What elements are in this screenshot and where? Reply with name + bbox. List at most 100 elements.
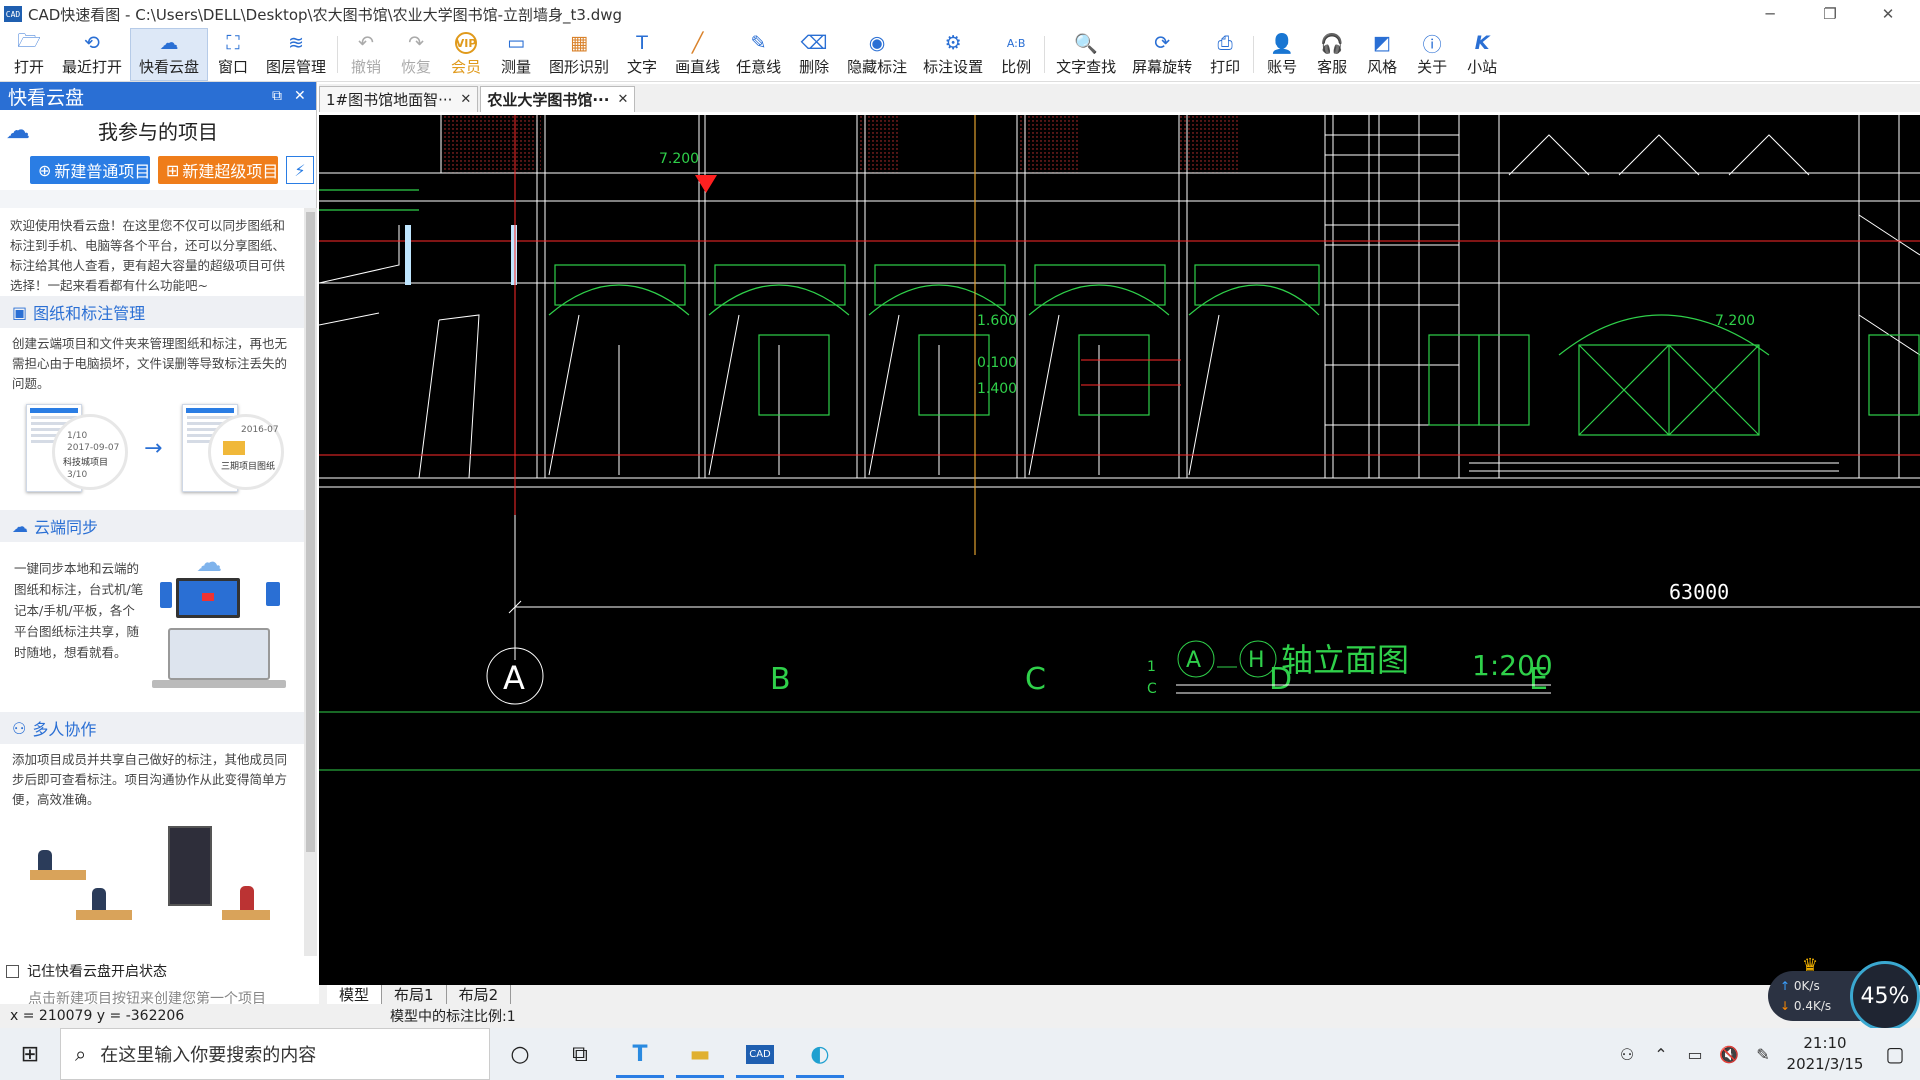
open-button[interactable]: 🗁 打开 <box>4 28 54 81</box>
cad-canvas[interactable]: 63000 7.200 1.600 0.100 1.400 7.200 A B … <box>319 115 1920 985</box>
section-cloud-sync: ☁ 云端同步 <box>0 510 304 542</box>
site-icon: K <box>1474 32 1490 54</box>
hide-annotation-button[interactable]: ◉ 隐藏标注 <box>839 28 915 81</box>
pen-icon[interactable]: ✎ <box>1746 1045 1780 1064</box>
title-axis-h: H <box>1248 648 1265 673</box>
user-icon: 👤 <box>1270 32 1294 55</box>
taskbar-edge[interactable]: ◐ <box>790 1028 850 1080</box>
scrollbar-thumb[interactable] <box>306 212 315 852</box>
edge-icon: ◐ <box>810 1041 830 1067</box>
close-window-button[interactable]: ✕ <box>1860 0 1916 28</box>
cloud-drive-button[interactable]: ☁ 快看云盘 <box>130 28 209 81</box>
network-speed-widget[interactable]: ♛ ↑ 0K/s ↓ 0.4K/s 45% <box>1768 955 1920 1031</box>
doc-tab-2[interactable]: 农业大学图书馆··· ✕ <box>480 86 636 112</box>
annotation-settings-button[interactable]: ⚙ 标注设置 <box>915 28 991 81</box>
restore-button[interactable]: ❐ <box>1802 0 1858 28</box>
text-search-button[interactable]: 🔍 文字查找 <box>1048 28 1124 81</box>
text-button[interactable]: T 文字 <box>617 28 667 81</box>
column-marker <box>511 225 517 285</box>
about-button[interactable]: ⓘ 关于 <box>1407 28 1457 81</box>
clock-icon: ⟲ <box>84 32 100 54</box>
panel-scroll-area[interactable]: 欢迎使用快看云盘！在这里您不仅可以同步图纸和标注到手机、电脑等各个平台，还可以分… <box>0 208 304 956</box>
cloud-icon: ☁ <box>159 32 179 54</box>
super-project-icon: ⊞ <box>166 160 180 180</box>
start-button[interactable]: ⊞ <box>0 1028 60 1080</box>
sync-button[interactable]: ⚡ <box>286 156 314 184</box>
chevron-up-icon[interactable]: ⌃ <box>1644 1045 1678 1064</box>
elevation-label: 7.200 <box>1715 313 1755 329</box>
layout-tab-model[interactable]: 模型 <box>327 985 383 1004</box>
undo-button[interactable]: ↶ 撤销 <box>341 28 391 81</box>
rotate-screen-button[interactable]: ⟳ 屏幕旋转 <box>1124 28 1200 81</box>
phone-icon <box>160 582 172 608</box>
measure-button[interactable]: ▭ 测量 <box>491 28 541 81</box>
account-button[interactable]: 👤 账号 <box>1257 28 1307 81</box>
desk-icon <box>222 910 270 920</box>
ruler-icon: ▭ <box>507 32 526 54</box>
redo-button[interactable]: ↷ 恢复 <box>391 28 441 81</box>
desk-icon <box>30 870 86 880</box>
hatch-band <box>441 115 541 173</box>
rotate-screen-icon: ⟳ <box>1154 32 1171 54</box>
volume-muted-icon[interactable]: 🔇 <box>1712 1045 1746 1064</box>
server-icon <box>168 826 212 906</box>
style-button[interactable]: ◩ 风格 <box>1357 28 1407 81</box>
hatch-band <box>1019 115 1079 173</box>
new-project-buttons: ⊕ 新建普通项目 ⊞ 新建超级项目 ⚡ <box>0 150 316 190</box>
people-icon[interactable]: ⚇ <box>1610 1045 1644 1064</box>
remember-state-row[interactable]: 记住快看云盘开启状态 <box>0 956 317 986</box>
axis-label-a: A <box>503 659 525 697</box>
layers-button[interactable]: ≋ 图层管理 <box>258 28 334 81</box>
panel-close-button[interactable]: ✕ <box>294 88 306 104</box>
phone-icon <box>266 582 280 606</box>
new-super-project-button[interactable]: ⊞ 新建超级项目 <box>158 156 278 184</box>
drawing-scale: 1:200 <box>1472 649 1553 682</box>
elevation-drawing: 63000 7.200 1.600 0.100 1.400 7.200 A B … <box>319 115 1920 771</box>
cloud-icon: ☁ <box>196 548 222 578</box>
section-text: 创建云端项目和文件夹来管理图纸和标注，再也无需担心由于电脑损坏，文件误删等导致标… <box>12 336 288 391</box>
layout-tab-1[interactable]: 布局1 <box>382 985 447 1004</box>
clock-date: 2021/3/15 <box>1786 1055 1864 1073</box>
clock-time: 21:10 <box>1803 1034 1847 1052</box>
notification-icon[interactable]: ▢ <box>1870 1042 1920 1066</box>
elevation-label: 1.400 <box>977 381 1017 397</box>
freehand-button[interactable]: ✎ 任意线 <box>728 28 789 81</box>
collaboration-illustration <box>0 816 304 956</box>
panel-scrollbar[interactable] <box>304 208 317 956</box>
new-normal-project-button[interactable]: ⊕ 新建普通项目 <box>30 156 150 184</box>
print-button[interactable]: ⎙ 打印 <box>1200 28 1250 81</box>
recent-button[interactable]: ⟲ 最近打开 <box>54 28 130 81</box>
minimize-button[interactable]: ─ <box>1742 0 1798 28</box>
support-button[interactable]: 🎧 客服 <box>1307 28 1357 81</box>
main-toolbar: 🗁 打开 ⟲ 最近打开 ☁ 快看云盘 ⛶ 窗口 ≋ 图层管理 ↶ 撤销 ↷ 恢复 VIP 会员 … <box>0 28 1920 82</box>
window-button[interactable]: ⛶ 窗口 <box>208 28 258 81</box>
site-button[interactable]: K 小站 <box>1457 28 1507 81</box>
clock[interactable]: 21:10 2021/3/15 <box>1780 1033 1870 1075</box>
status-bar: x = 210079 y = -362206 模型中的标注比例:1 <box>0 1004 1920 1028</box>
taskbar-search[interactable]: ⌕ 在这里输入你要搜索的内容 <box>60 1028 490 1080</box>
my-projects-title: 我参与的项目 <box>98 119 218 144</box>
line-button[interactable]: ╱ 画直线 <box>667 28 728 81</box>
cortana-button[interactable]: ○ <box>490 1028 550 1080</box>
taskbar-app-t[interactable]: T <box>610 1028 670 1080</box>
shape-recognition-button[interactable]: ▦ 图形识别 <box>541 28 617 81</box>
shape-recognition-icon: ▦ <box>570 32 589 54</box>
vip-button[interactable]: VIP 会员 <box>441 28 491 81</box>
taskbar-cad[interactable]: CAD <box>730 1028 790 1080</box>
building-outline <box>319 115 1920 488</box>
remember-state-checkbox[interactable] <box>6 964 19 978</box>
task-view-button[interactable]: ⧉ <box>550 1028 610 1080</box>
doc-tab-1[interactable]: 1#图书馆地面智··· ✕ <box>319 86 479 112</box>
person-icon <box>38 850 52 870</box>
close-tab-icon[interactable]: ✕ <box>460 92 471 107</box>
network-icon[interactable]: ▭ <box>1678 1045 1712 1064</box>
plus-circle-icon: ⊕ <box>38 160 52 180</box>
close-tab-icon[interactable]: ✕ <box>617 92 628 107</box>
scale-button[interactable]: A:B 比例 <box>991 28 1041 81</box>
play-icon <box>202 593 214 601</box>
taskbar-explorer[interactable]: ▬ <box>670 1028 730 1080</box>
layout-tab-2[interactable]: 布局2 <box>447 985 512 1004</box>
panel-float-button[interactable]: ⧉ <box>272 88 282 104</box>
delete-button[interactable]: ⌫ 删除 <box>789 28 839 81</box>
restore-icon: ❐ <box>1823 5 1837 23</box>
